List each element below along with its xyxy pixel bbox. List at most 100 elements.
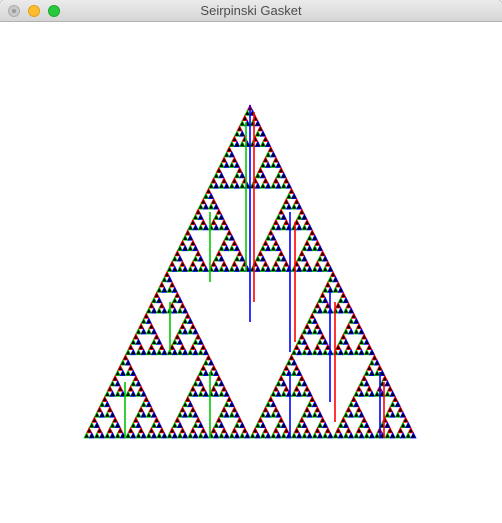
gasket-triangle xyxy=(220,218,228,226)
gasket-triangle xyxy=(163,270,171,278)
gasket-triangle xyxy=(290,431,298,439)
gasket-triangle xyxy=(270,431,277,439)
gasket-triangle xyxy=(223,150,230,158)
gasket-triangle xyxy=(358,411,365,418)
gasket-triangle xyxy=(270,390,277,397)
canvas-area xyxy=(0,22,502,523)
gasket-triangle xyxy=(296,223,303,231)
gasket-triangle xyxy=(96,426,103,434)
gasket-triangle xyxy=(130,421,137,428)
gasket-triangle xyxy=(218,254,225,262)
gasket-triangle xyxy=(306,317,313,324)
gasket-triangle xyxy=(244,431,251,439)
gasket-triangle xyxy=(355,426,363,434)
gasket-triangle xyxy=(280,265,287,272)
gasket-triangle xyxy=(166,275,173,283)
gasket-triangle xyxy=(192,411,199,418)
gasket-triangle xyxy=(202,265,210,272)
gasket-triangle xyxy=(218,379,225,387)
gasket-triangle xyxy=(106,426,114,434)
gasket-triangle xyxy=(303,322,311,330)
gasket-triangle xyxy=(321,348,329,356)
gasket-triangle xyxy=(280,182,287,189)
gasket-triangle xyxy=(327,286,334,293)
gasket-triangle xyxy=(124,348,132,356)
gasket-triangle xyxy=(124,431,132,439)
gasket-triangle xyxy=(296,202,303,210)
gasket-triangle xyxy=(316,421,324,428)
gasket-triangle xyxy=(104,390,111,397)
gasket-triangle xyxy=(215,166,223,174)
gasket-triangle xyxy=(96,405,103,413)
gasket-triangle xyxy=(337,421,345,428)
gasket-triangle xyxy=(264,400,272,408)
gasket-triangle xyxy=(218,161,225,168)
gasket-triangle xyxy=(238,171,246,179)
gasket-triangle xyxy=(150,296,158,304)
gasket-triangle xyxy=(342,296,350,304)
gasket-triangle xyxy=(384,431,391,439)
gasket-triangle xyxy=(228,411,236,418)
gasket-triangle xyxy=(197,265,204,272)
gasket-triangle xyxy=(127,343,134,350)
gasket-triangle xyxy=(404,431,412,439)
gasket-triangle xyxy=(228,150,236,158)
gasket-triangle xyxy=(85,426,93,434)
gasket-triangle xyxy=(334,301,342,309)
gasket-triangle xyxy=(272,156,280,163)
title-bar[interactable]: Seirpinski Gasket xyxy=(0,0,502,22)
gasket-triangle xyxy=(238,421,246,428)
gasket-triangle xyxy=(311,244,319,252)
gasket-triangle xyxy=(174,291,181,298)
gasket-triangle xyxy=(192,223,199,231)
gasket-triangle xyxy=(130,369,137,376)
gasket-triangle xyxy=(179,301,186,309)
gasket-triangle xyxy=(202,202,210,210)
gasket-triangle xyxy=(316,411,324,418)
gasket-triangle xyxy=(88,431,96,439)
gasket-triangle xyxy=(127,385,134,392)
gasket-triangle xyxy=(321,286,329,293)
gasket-triangle xyxy=(218,265,225,272)
gasket-triangle xyxy=(345,322,352,330)
gasket-triangle xyxy=(200,343,207,350)
gasket-triangle xyxy=(340,291,347,298)
gasket-triangle xyxy=(130,348,137,356)
gasket-triangle xyxy=(145,431,153,439)
gasket-triangle xyxy=(213,265,220,272)
gasket-triangle xyxy=(283,218,290,226)
gasket-triangle xyxy=(296,369,303,376)
gasket-triangle xyxy=(223,161,230,168)
gasket-triangle xyxy=(93,421,101,428)
gasket-triangle xyxy=(316,338,324,345)
gasket-triangle xyxy=(200,426,207,434)
gasket-triangle xyxy=(231,135,238,142)
gasket-triangle xyxy=(168,426,176,434)
gasket-triangle xyxy=(311,327,319,335)
gasket-triangle xyxy=(236,249,243,257)
gasket-triangle xyxy=(179,343,186,350)
gasket-triangle xyxy=(277,166,285,174)
gasket-triangle xyxy=(194,249,202,257)
gasket-triangle xyxy=(404,421,412,428)
gasket-triangle xyxy=(272,218,280,226)
gasket-triangle xyxy=(275,379,282,387)
gasket-triangle xyxy=(360,416,368,423)
gasket-triangle xyxy=(363,421,370,428)
gasket-triangle xyxy=(345,301,352,309)
gasket-triangle xyxy=(200,197,207,205)
gasket-triangle xyxy=(200,385,207,392)
gasket-triangle xyxy=(358,348,365,356)
gasket-triangle xyxy=(171,286,179,293)
gasket-triangle xyxy=(337,431,345,439)
gasket-triangle xyxy=(314,322,321,330)
gasket-triangle xyxy=(373,390,381,397)
gasket-triangle xyxy=(171,421,179,428)
gasket-triangle xyxy=(275,182,282,189)
gasket-triangle xyxy=(301,421,308,428)
gasket-triangle xyxy=(347,411,355,418)
gasket-triangle xyxy=(306,431,313,439)
gasket-triangle xyxy=(228,161,236,168)
gasket-triangle xyxy=(283,260,290,267)
gasket-triangle xyxy=(145,317,153,324)
